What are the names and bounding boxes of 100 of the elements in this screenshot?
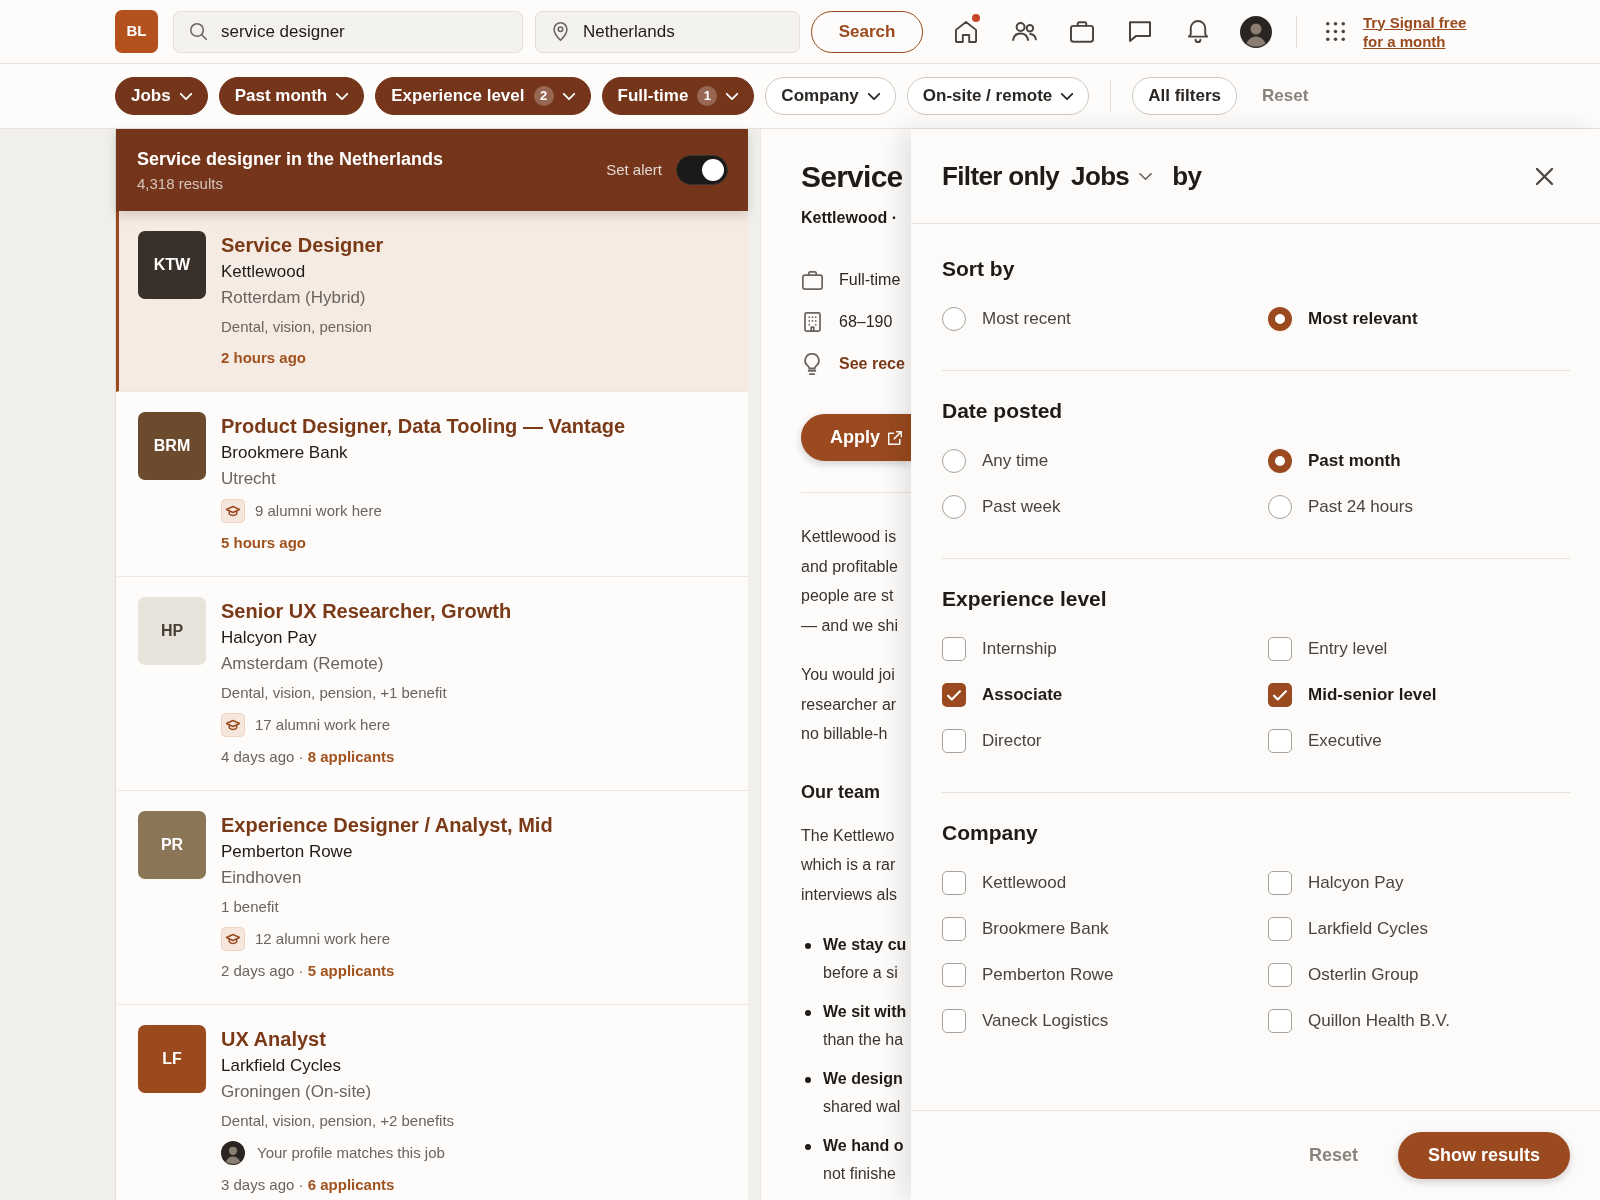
promo-link[interactable]: Try Signal free for a month — [1363, 12, 1481, 51]
checkbox[interactable] — [1268, 637, 1292, 661]
filter-pill[interactable]: On-site / remote — [906, 77, 1090, 115]
radio-button[interactable] — [1268, 449, 1292, 473]
option-label[interactable]: Kettlewood — [982, 870, 1067, 896]
dot-grid-icon[interactable] — [1326, 22, 1345, 41]
option-label[interactable]: Larkfield Cycles — [1308, 916, 1428, 942]
filter-pill[interactable]: Experience level 2 — [375, 77, 591, 115]
checkbox[interactable] — [1268, 683, 1292, 707]
description-text: which is a rar — [801, 855, 897, 875]
job-list-item[interactable]: KTW Service Designer Kettlewood Rotterdam (Hybrid) Dental, vision, pension 2 hours ago — [116, 211, 748, 392]
show-results-button[interactable]: Show results — [1397, 1132, 1570, 1179]
reset-button[interactable]: Reset — [1308, 1142, 1358, 1169]
search-icon — [190, 22, 207, 40]
insight-link[interactable]: See rece — [839, 352, 905, 376]
job-title[interactable]: Senior UX Researcher, Growth — [221, 597, 512, 625]
checkbox[interactable] — [942, 683, 966, 707]
description-text: no billable-h — [801, 724, 889, 744]
option-label[interactable]: Most relevant — [1308, 306, 1418, 332]
checkbox[interactable] — [942, 729, 966, 753]
home-icon[interactable] — [955, 20, 977, 43]
option-label[interactable]: Entry level — [1308, 636, 1388, 662]
people-icon[interactable] — [1011, 22, 1037, 41]
job-list-item[interactable]: HP Senior UX Researcher, Growth Halcyon Pay Amsterdam (Remote) Dental, vision, pension, +1 benefit 17 alumni work here 4 days ago · 8 applicants — [116, 577, 748, 791]
option-label[interactable]: Vaneck Logistics — [982, 1008, 1109, 1034]
posting-info: 4 days ago · 8 applicants — [221, 747, 395, 767]
filter-pill[interactable]: Company — [765, 77, 896, 115]
option-label[interactable]: Pemberton Rowe — [982, 962, 1114, 988]
apply-button[interactable]: Apply — [801, 414, 912, 461]
posting-info: 5 hours ago — [221, 533, 306, 553]
checkbox[interactable] — [942, 1009, 966, 1033]
option-label[interactable]: Halcyon Pay — [1308, 870, 1404, 896]
checkbox[interactable] — [1268, 963, 1292, 987]
logo[interactable]: BL — [115, 10, 158, 53]
filter-pill[interactable]: Jobs — [115, 77, 208, 115]
checkbox[interactable] — [1268, 1009, 1292, 1033]
reset-button[interactable]: Reset — [1262, 83, 1309, 109]
checkbox[interactable] — [942, 637, 966, 661]
job-list-item[interactable]: LF UX Analyst Larkfield Cycles Groningen (On-site) Dental, vision, pension, +2 benefits Your profile matches this job 3 days ago · 6 applicants — [116, 1005, 748, 1200]
benefits-text: Dental, vision, pension — [221, 317, 372, 337]
company-logo: KTW — [138, 231, 206, 299]
option-label[interactable]: Executive — [1308, 728, 1382, 754]
job-title[interactable]: Product Designer, Data Tooling — Vantage — [221, 412, 626, 440]
option-label[interactable]: Quillon Health B.V. — [1308, 1008, 1451, 1034]
avatar-icon — [221, 1141, 245, 1165]
briefcase-icon[interactable] — [1070, 20, 1094, 43]
filter-pill[interactable]: Past month — [218, 77, 365, 115]
option-label[interactable]: Past week — [982, 494, 1061, 520]
search-button[interactable]: Search — [811, 10, 923, 53]
bullet-icon — [805, 1144, 811, 1150]
search-field[interactable]: service designer — [173, 10, 523, 53]
option-label[interactable]: Brookmere Bank — [982, 916, 1109, 942]
job-list-item[interactable]: BRM Product Designer, Data Tooling — Vantage Brookmere Bank Utrecht 9 alumni work here 5 hours ago — [116, 392, 748, 577]
job-title[interactable]: Experience Designer / Analyst, Mid — [221, 811, 553, 839]
chat-icon[interactable] — [1129, 21, 1151, 42]
company-logo: BRM — [138, 412, 206, 480]
job-title[interactable]: UX Analyst — [221, 1025, 326, 1053]
description-text: not finishe — [823, 1164, 897, 1184]
option-label[interactable]: Associate — [982, 682, 1063, 708]
bell-icon[interactable] — [1188, 20, 1208, 43]
company-name[interactable]: Kettlewood · — [801, 206, 897, 230]
option-label[interactable]: Most recent — [982, 306, 1071, 332]
checkbox[interactable] — [1268, 917, 1292, 941]
bullet-icon — [805, 1077, 811, 1083]
bullet-icon — [805, 943, 811, 949]
radio-button[interactable] — [942, 495, 966, 519]
option-label[interactable]: Mid-senior level — [1308, 682, 1437, 708]
close-icon[interactable] — [1535, 167, 1553, 185]
job-list-item[interactable]: PR Experience Designer / Analyst, Mid Pemberton Rowe Eindhoven 1 benefit 12 alumni work here 2 days ago · 5 applicants — [116, 791, 748, 1005]
checkbox[interactable] — [942, 917, 966, 941]
description-text: interviews als — [801, 884, 898, 905]
description-text: We hand o — [823, 1136, 904, 1156]
avatar-icon[interactable] — [1240, 15, 1272, 48]
company-logo: HP — [138, 597, 206, 665]
company-name: Halcyon Pay — [221, 627, 317, 649]
option-label[interactable]: Osterlin Group — [1308, 962, 1419, 988]
option-label[interactable]: Past month — [1308, 448, 1401, 474]
count-badge: 1 — [697, 86, 718, 106]
option-label[interactable]: Internship — [982, 636, 1057, 662]
checkbox[interactable] — [942, 871, 966, 895]
option-label[interactable]: Any time — [982, 448, 1049, 474]
radio-button[interactable] — [1268, 307, 1292, 331]
company-name: Brookmere Bank — [221, 442, 348, 464]
radio-button[interactable] — [942, 307, 966, 331]
filter-pill[interactable]: Full-time 1 — [601, 77, 755, 115]
scope-dropdown[interactable]: Jobs — [1071, 156, 1153, 196]
description-text: The Kettlewo — [801, 825, 896, 846]
checkbox[interactable] — [942, 963, 966, 987]
alert-toggle[interactable] — [676, 155, 728, 185]
job-title[interactable]: Service Designer — [221, 231, 384, 259]
all-filters-button[interactable]: All filters — [1132, 77, 1237, 115]
location-field[interactable]: Netherlands — [535, 10, 800, 53]
checkbox[interactable] — [1268, 871, 1292, 895]
radio-button[interactable] — [1268, 495, 1292, 519]
checkbox[interactable] — [1268, 729, 1292, 753]
radio-button[interactable] — [942, 449, 966, 473]
chevron-down-icon — [179, 92, 192, 100]
option-label[interactable]: Past 24 hours — [1308, 494, 1413, 520]
option-label[interactable]: Director — [982, 728, 1042, 754]
description-text: than the ha — [823, 1030, 905, 1050]
